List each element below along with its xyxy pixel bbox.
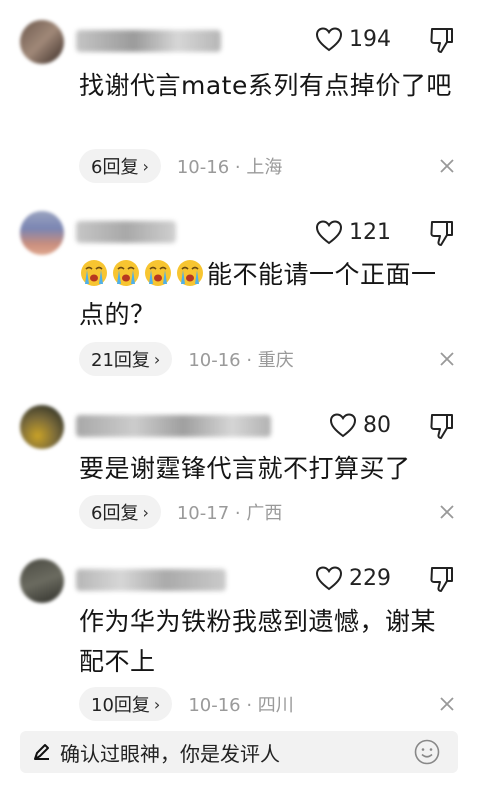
comment-meta: 21回复 › 10-16 · 重庆 xyxy=(79,342,294,376)
comment-input-placeholder: 确认过眼神，你是发评人 xyxy=(60,741,280,766)
reply-count-label: 6回复 xyxy=(91,157,139,178)
username[interactable] xyxy=(76,221,176,243)
like-button[interactable]: 194 xyxy=(315,24,391,54)
like-button[interactable]: 80 xyxy=(329,410,391,440)
chevron-right-icon: › xyxy=(142,502,149,522)
comment-input-bar[interactable]: 确认过眼神，你是发评人 xyxy=(20,731,458,773)
heart-outline-icon xyxy=(329,413,357,438)
comment-meta: 6回复 › 10-16 · 上海 xyxy=(79,149,282,183)
thumbs-down-icon[interactable] xyxy=(427,411,457,441)
reply-count-label: 6回复 xyxy=(91,503,139,524)
reply-count-button[interactable]: 6回复 › xyxy=(79,495,161,529)
smile-face-icon[interactable] xyxy=(414,739,440,765)
like-count: 229 xyxy=(349,565,391,591)
reply-count-button[interactable]: 10回复 › xyxy=(79,687,173,721)
comment-text: 作为华为铁粉我感到遗憾，谢某配不上 xyxy=(79,607,437,676)
comment-text: 能不能请一个正面一点的？ xyxy=(79,255,459,335)
time-location: 10-16 · 四川 xyxy=(188,695,294,716)
username[interactable] xyxy=(76,415,271,437)
avatar[interactable] xyxy=(20,20,64,64)
time-location: 10-17 · 广西 xyxy=(176,503,283,524)
close-icon[interactable] xyxy=(439,696,455,712)
reply-count-button[interactable]: 21回复 › xyxy=(79,342,173,376)
close-icon[interactable] xyxy=(439,351,455,367)
reply-count-button[interactable]: 6回复 › xyxy=(79,149,161,183)
close-icon[interactable] xyxy=(439,158,455,174)
like-button[interactable]: 229 xyxy=(315,563,391,593)
comment-meta: 6回复 › 10-17 · 广西 xyxy=(79,495,282,529)
username[interactable] xyxy=(76,569,226,591)
heart-outline-icon xyxy=(315,566,343,591)
comment-text: 找谢代言mate系列有点掉价了吧 xyxy=(79,71,452,100)
like-count: 121 xyxy=(349,219,391,245)
time-location: 10-16 · 重庆 xyxy=(188,350,294,371)
heart-outline-icon xyxy=(315,27,343,52)
chevron-right-icon: › xyxy=(142,156,149,176)
heart-outline-icon xyxy=(315,220,343,245)
pen-icon xyxy=(34,744,49,760)
comment-text: 要是谢霆锋代言就不打算买了 xyxy=(79,454,411,483)
close-icon[interactable] xyxy=(439,504,455,520)
crying-emoji-icon xyxy=(145,260,171,286)
crying-emoji-icon xyxy=(81,260,107,286)
like-count: 80 xyxy=(363,412,391,438)
chevron-right-icon: › xyxy=(153,694,161,714)
chevron-right-icon: › xyxy=(153,349,161,369)
avatar[interactable] xyxy=(20,211,64,255)
like-count: 194 xyxy=(349,26,391,52)
like-button[interactable]: 121 xyxy=(315,217,391,247)
crying-emoji-icon xyxy=(113,260,139,286)
reply-count-label: 10回复 xyxy=(91,695,150,716)
avatar[interactable] xyxy=(20,559,64,603)
comment-meta: 10回复 › 10-16 · 四川 xyxy=(79,687,294,721)
thumbs-down-icon[interactable] xyxy=(427,25,457,55)
crying-emoji-icon xyxy=(177,260,203,286)
avatar[interactable] xyxy=(20,405,64,449)
reply-count-label: 21回复 xyxy=(91,350,150,371)
username[interactable] xyxy=(76,30,221,52)
time-location: 10-16 · 上海 xyxy=(176,157,283,178)
thumbs-down-icon[interactable] xyxy=(427,218,457,248)
thumbs-down-icon[interactable] xyxy=(427,564,457,594)
